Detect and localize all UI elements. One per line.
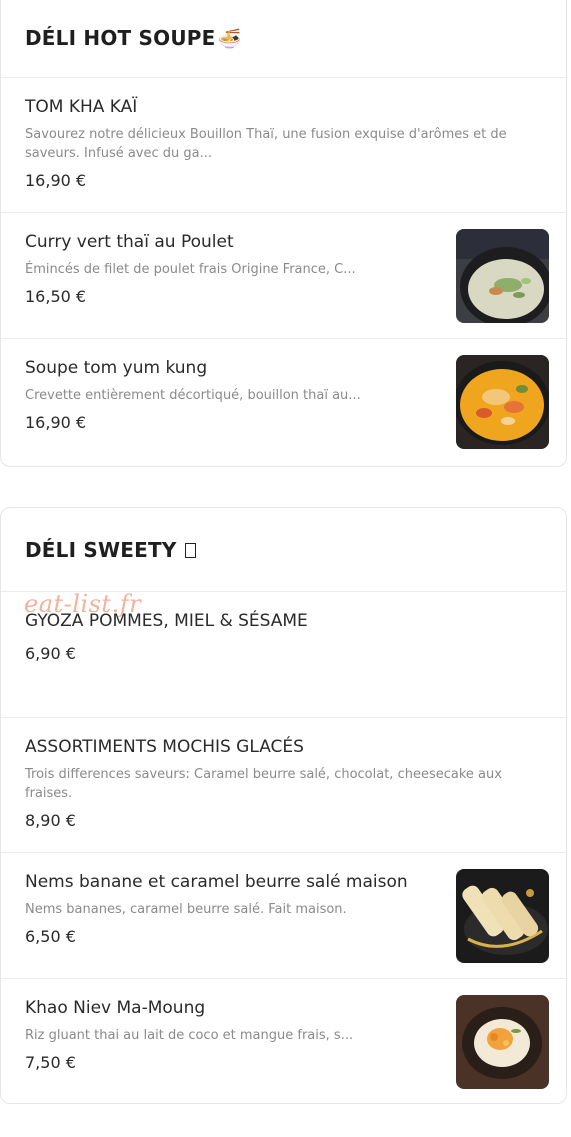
- nems-banane-photo[interactable]: [456, 869, 549, 963]
- mango-sticky-rice-photo[interactable]: [456, 995, 549, 1089]
- item-description: Émincés de filet de poulet frais Origine…: [25, 262, 356, 277]
- menu-item-nems-banane[interactable]: Nems banane et caramel beurre salé maiso…: [1, 853, 566, 979]
- item-price: 16,90 €: [25, 171, 87, 190]
- menu-item-tom-kha-kai[interactable]: TOM KHA KAÏ Savourez notre délicieux Bou…: [1, 78, 566, 213]
- section-title: DÉLI SWEETY: [25, 538, 196, 562]
- curry-vert-photo[interactable]: [456, 229, 549, 323]
- item-price: 6,90 €: [25, 644, 76, 663]
- menu-section-hot-soupe: DÉLI HOT SOUPE 🍜 TOM KHA KAÏ Savourez not…: [0, 0, 567, 467]
- item-name: ASSORTIMENTS MOCHIS GLACÉS: [25, 737, 304, 757]
- item-description: Trois differences saveurs: Caramel beurr…: [25, 767, 502, 801]
- tom-yum-photo[interactable]: [456, 355, 549, 449]
- menu-item-tom-yum-kung[interactable]: Soupe tom yum kung Crevette entièrement …: [1, 339, 566, 465]
- item-description: Crevette entièrement décortiqué, bouillo…: [25, 388, 361, 403]
- item-name: TOM KHA KAÏ: [25, 97, 138, 117]
- section-title: DÉLI HOT SOUPE 🍜: [25, 25, 242, 50]
- menu-item-mochis[interactable]: ASSORTIMENTS MOCHIS GLACÉS Trois differe…: [1, 718, 566, 853]
- watermark: eat-list.fr: [24, 590, 142, 618]
- noodle-bowl-icon: 🍜: [217, 27, 242, 50]
- item-description: Savourez notre délicieux Bouillon Thaï, …: [25, 127, 507, 161]
- section-header: DÉLI HOT SOUPE 🍜: [1, 0, 566, 78]
- item-price: 8,90 €: [25, 811, 76, 830]
- section-header: DÉLI SWEETY: [1, 508, 566, 592]
- missing-emoji-icon: [184, 542, 196, 558]
- menu-item-curry-vert[interactable]: Curry vert thaï au Poulet Émincés de fil…: [1, 213, 566, 339]
- menu-item-khao-niev[interactable]: Khao Niev Ma-Moung Riz gluant thai au la…: [1, 979, 566, 1103]
- item-description: Riz gluant thai au lait de coco et mangu…: [25, 1028, 354, 1043]
- item-description: Nems bananes, caramel beurre salé. Fait …: [25, 902, 347, 917]
